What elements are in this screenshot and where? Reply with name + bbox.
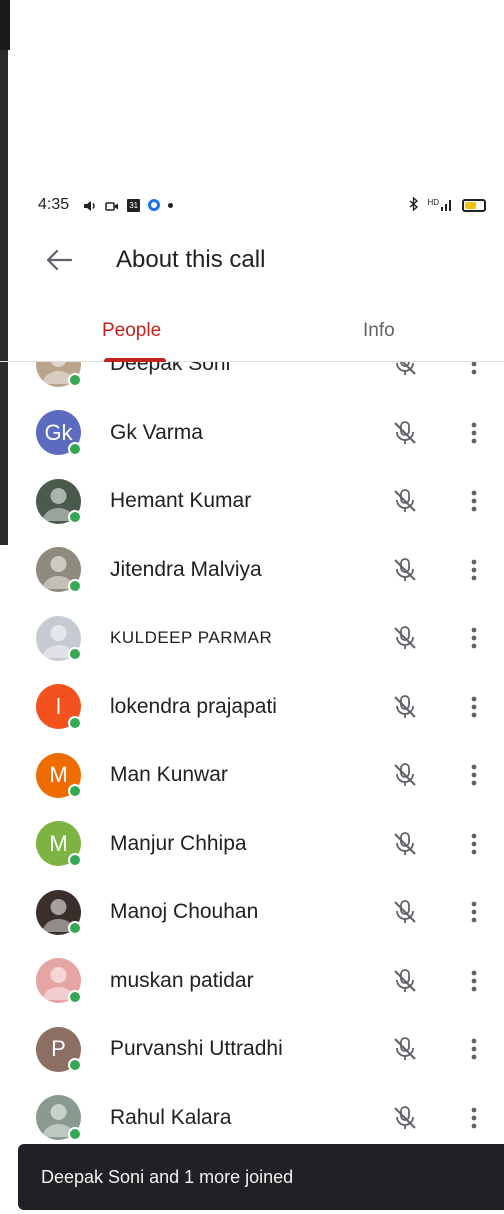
- mic-off-icon: [390, 829, 420, 859]
- screen-edge-top: [0, 0, 10, 50]
- calendar-icon: 31: [127, 198, 141, 212]
- mic-off-icon: [390, 966, 420, 996]
- presence-indicator: [68, 715, 82, 730]
- participant-name: Gk Varma: [110, 420, 203, 444]
- presence-indicator: [68, 852, 82, 867]
- status-icons: 31: [83, 198, 174, 212]
- more-vert-icon[interactable]: [462, 555, 486, 585]
- status-right: HD: [409, 195, 486, 214]
- more-vert-icon[interactable]: [462, 829, 486, 859]
- video-icon: [105, 199, 119, 211]
- presence-indicator: [68, 989, 82, 1004]
- presence-indicator: [68, 647, 82, 661]
- participant-list-inner: Deepak Soni Gk Gk Varma Hemant Kumar Jitendr…: [0, 362, 504, 1142]
- page-title: About this call: [116, 246, 266, 273]
- presence-indicator: [68, 373, 82, 387]
- mic-off-icon: [390, 362, 420, 379]
- list-item[interactable]: M Manjur Chhipa: [0, 810, 504, 879]
- more-vert-icon[interactable]: [462, 362, 486, 379]
- presence-indicator: [68, 784, 82, 798]
- list-item[interactable]: Deepak Soni: [0, 362, 504, 399]
- more-vert-icon[interactable]: [462, 692, 486, 722]
- presence-indicator: [68, 1058, 82, 1072]
- mic-off-icon: [390, 486, 420, 516]
- presence-indicator: [68, 1126, 82, 1141]
- list-item[interactable]: Jitendra Malviya: [0, 536, 504, 605]
- participant-name: lokendra prajapati: [110, 694, 277, 718]
- tab-info-label: Info: [363, 319, 395, 341]
- status-time: 4:35: [38, 196, 70, 213]
- tab-people[interactable]: People: [0, 300, 243, 362]
- bluetooth-icon: [409, 195, 419, 214]
- list-item[interactable]: P Purvanshi Uttradhi: [0, 1015, 504, 1084]
- list-item[interactable]: muskan patidar: [0, 947, 504, 1016]
- meet-icon: [148, 199, 161, 211]
- app-bar: About this call: [0, 232, 504, 288]
- list-item[interactable]: Hemant Kumar: [0, 467, 504, 536]
- snackbar-message: Deepak Soni and 1 more joined: [41, 1166, 294, 1187]
- presence-indicator: [68, 921, 82, 935]
- mic-off-icon: [390, 760, 420, 790]
- volume-icon: [83, 199, 97, 211]
- participant-name: Manjur Chhipa: [110, 831, 247, 855]
- battery-fill: [465, 201, 476, 209]
- participant-name: Hemant Kumar: [110, 489, 252, 513]
- list-item[interactable]: M Man Kunwar: [0, 741, 504, 810]
- participant-name: KULDEEP PARMAR: [110, 628, 273, 648]
- participant-name: Jitendra Malviya: [110, 557, 262, 581]
- presence-indicator: [68, 578, 82, 593]
- battery-icon: [462, 198, 486, 212]
- status-left: 4:35 31: [38, 196, 174, 214]
- more-vert-icon[interactable]: [462, 486, 486, 516]
- more-vert-icon[interactable]: [462, 966, 486, 996]
- participant-list[interactable]: Deepak Soni Gk Gk Varma Hemant Kumar Jitendr…: [0, 362, 504, 1142]
- signal-icon: HD: [427, 197, 454, 212]
- mic-off-icon: [390, 1103, 420, 1133]
- signal-text: HD: [427, 197, 439, 207]
- more-vert-icon[interactable]: [462, 418, 486, 448]
- list-item[interactable]: KULDEEP PARMAR: [0, 604, 504, 673]
- more-vert-icon[interactable]: [462, 1103, 486, 1133]
- back-button[interactable]: [34, 235, 84, 285]
- list-item[interactable]: Rahul Kalara: [0, 1084, 504, 1143]
- presence-indicator: [68, 441, 82, 456]
- participant-name: Manoj Chouhan: [110, 900, 259, 924]
- mic-off-icon: [390, 692, 420, 722]
- dot-icon: [168, 202, 174, 208]
- mic-off-icon: [390, 555, 420, 585]
- list-item[interactable]: Gk Gk Varma: [0, 399, 504, 468]
- mic-off-icon: [390, 418, 420, 448]
- more-vert-icon[interactable]: [462, 1034, 486, 1064]
- participant-name: Rahul Kalara: [110, 1105, 232, 1129]
- tab-bar: People Info: [0, 300, 504, 362]
- more-vert-icon[interactable]: [462, 623, 486, 653]
- tab-people-label: People: [102, 319, 162, 341]
- participant-name: Deepak Soni: [110, 362, 231, 376]
- presence-indicator: [68, 510, 82, 524]
- tab-info[interactable]: Info: [243, 300, 504, 361]
- mic-off-icon: [390, 1034, 420, 1064]
- participant-name: Purvanshi Uttradhi: [110, 1037, 283, 1061]
- more-vert-icon[interactable]: [462, 897, 486, 927]
- list-item[interactable]: l lokendra prajapati: [0, 673, 504, 742]
- participant-name: muskan patidar: [110, 968, 254, 992]
- participant-name: Man Kunwar: [110, 763, 228, 787]
- more-vert-icon[interactable]: [462, 760, 486, 790]
- arrow-back-icon: [46, 249, 72, 271]
- mic-off-icon: [390, 897, 420, 927]
- list-item[interactable]: Manoj Chouhan: [0, 878, 504, 947]
- snackbar: Deepak Soni and 1 more joined: [18, 1144, 504, 1210]
- status-bar: 4:35 31 HD: [0, 190, 504, 220]
- mic-off-icon: [390, 623, 420, 653]
